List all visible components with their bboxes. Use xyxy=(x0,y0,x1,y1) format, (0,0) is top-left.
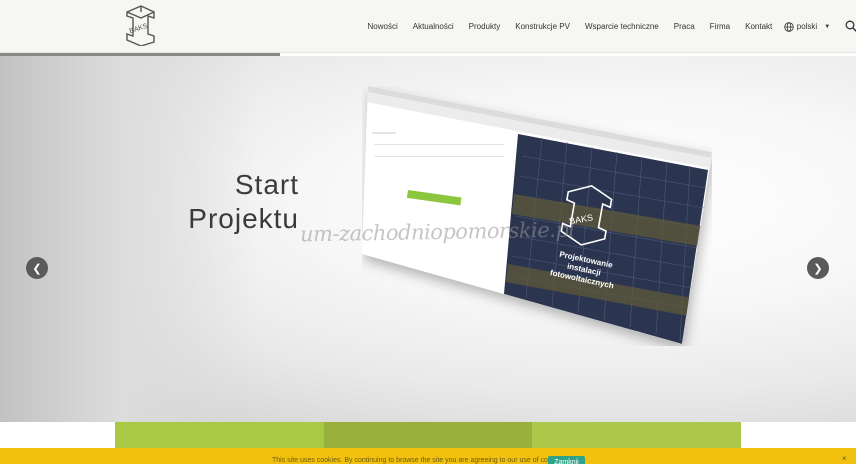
nav-item-firma[interactable]: Firma xyxy=(702,0,737,53)
slider-next-button[interactable]: ❯ xyxy=(807,257,829,279)
nav-item-praca[interactable]: Praca xyxy=(666,0,702,53)
language-label: polski xyxy=(796,22,818,31)
search-icon[interactable] xyxy=(845,20,856,32)
nav-item-produkty[interactable]: Produkty xyxy=(461,0,508,53)
hero-headline-line1: Start xyxy=(234,169,299,200)
nav-item-konstrukcje-pv[interactable]: Konstrukcje PV xyxy=(508,0,578,53)
globe-icon xyxy=(784,21,794,32)
main-nav: Nowości Aktualności Produkty Konstrukcje… xyxy=(360,0,830,53)
chevron-down-icon: ▼ xyxy=(824,23,831,30)
language-selector[interactable]: polski ▼ xyxy=(780,21,831,32)
baks-logo[interactable]: BAKS xyxy=(121,4,159,46)
close-icon[interactable]: × xyxy=(842,454,847,463)
nav-item-nowosci[interactable]: Nowości xyxy=(360,0,405,53)
slider-prev-button[interactable]: ❮ xyxy=(26,257,48,279)
nav-item-kontakt[interactable]: Kontakt xyxy=(738,0,780,53)
chevron-left-icon: ❮ xyxy=(32,262,42,275)
cookie-accept-button[interactable]: Zamknij xyxy=(548,456,585,464)
nav-item-aktualnosci[interactable]: Aktualności xyxy=(405,0,461,53)
hero-headline: Start Projektu xyxy=(188,168,299,236)
site-header: BAKS Nowości Aktualności Produkty Konstr… xyxy=(0,0,856,53)
hero-slider: Start Projektu BAKS Projektowanie instal… xyxy=(0,56,856,422)
nav-item-wsparcie-techniczne[interactable]: Wsparcie techniczne xyxy=(577,0,666,53)
hero-headline-line2: Projektu xyxy=(188,203,299,234)
svg-text:BAKS: BAKS xyxy=(129,23,149,36)
watermark: um-zachodniopomorskie.pl xyxy=(299,217,575,247)
cookie-text: This site uses cookies. By continuing to… xyxy=(272,457,567,464)
cookie-bar: This site uses cookies. By continuing to… xyxy=(0,448,856,464)
slide-image: BAKS Projektowanie instalacji fotowoltai… xyxy=(362,86,712,344)
chevron-right-icon: ❯ xyxy=(813,262,823,275)
